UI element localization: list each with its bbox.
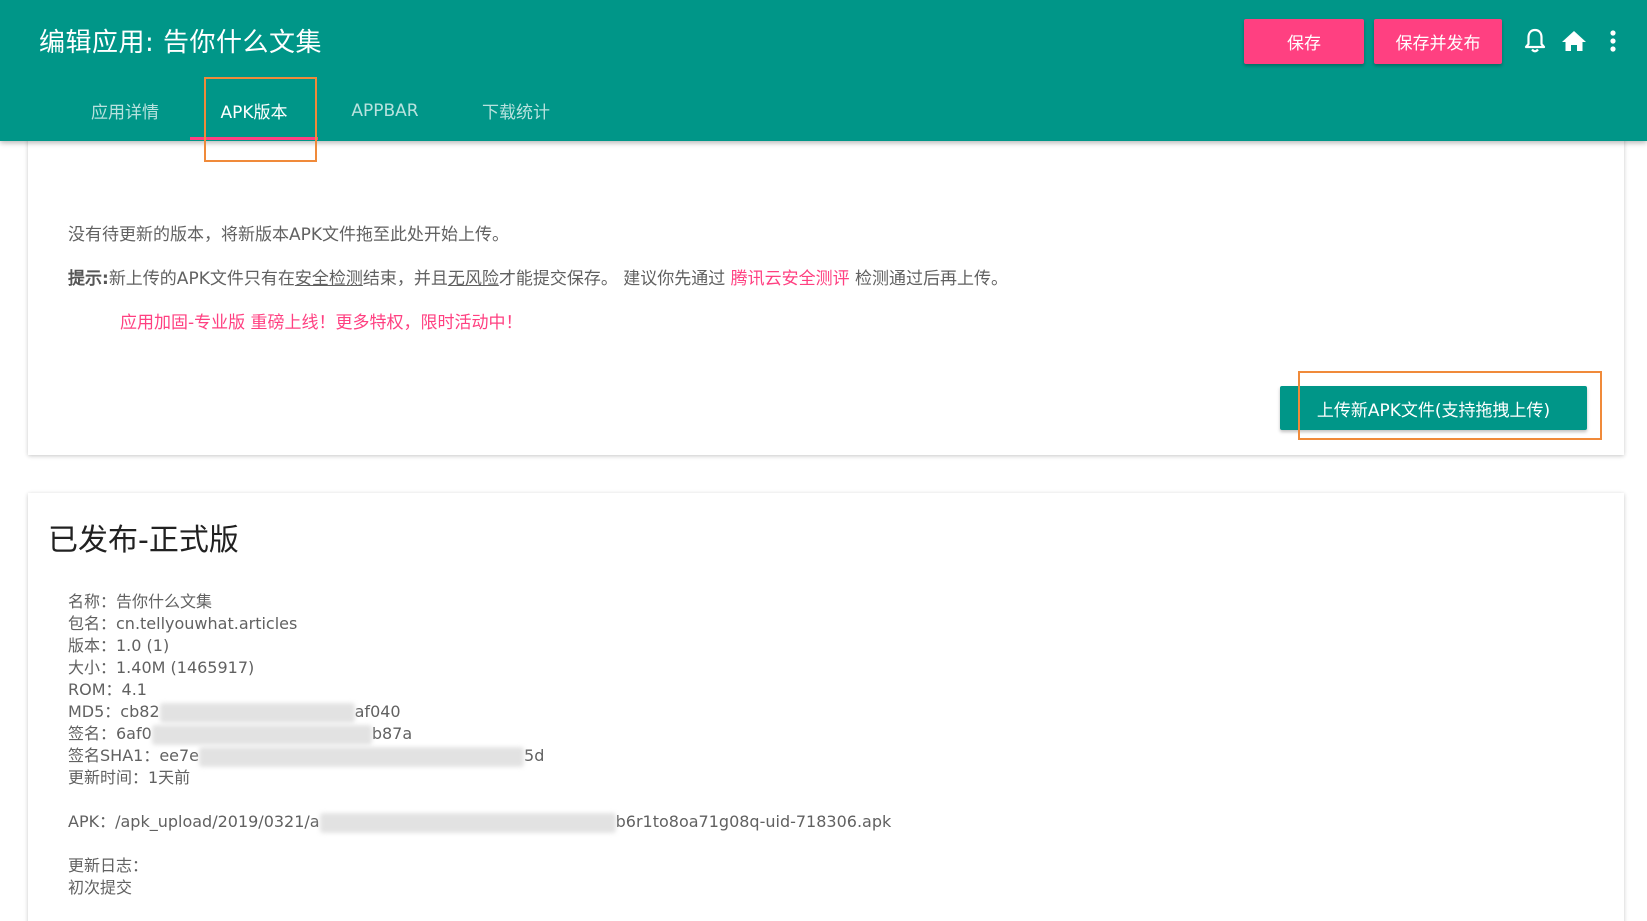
security-check-link[interactable]: 安全检测 [295, 269, 363, 289]
tip-label: 提示: [68, 269, 109, 289]
file-size: 大小：1.40M (1465917) [68, 658, 255, 677]
tip-text: 检测通过后再上传。 [849, 269, 1009, 289]
more-vert-icon[interactable] [1598, 26, 1628, 56]
promo-message: 应用加固-专业版 重磅上线！更多特权，限时活动中！ [120, 308, 523, 333]
updated-time: 更新时间：1天前 [68, 768, 191, 787]
package-name: 包名：cn.tellyouwhat.articles [68, 614, 298, 633]
upload-tip: 提示:新上传的APK文件只有在安全检测结束，并且无风险才能提交保存。 建议你先通… [68, 264, 1008, 289]
tab-apk-version[interactable]: APK版本 [190, 80, 318, 141]
app-editor-page: 编辑应用: 告你什么文集 保存 保存并发布 应用详情 APK版本 APPBAR [0, 0, 1647, 921]
app-name: 名称：告你什么文集 [68, 592, 213, 611]
tab-appbar[interactable]: APPBAR [340, 80, 430, 141]
upload-new-apk-button[interactable]: 上传新APK文件(支持拖拽上传) [1280, 386, 1587, 430]
changelog-label: 更新日志： [68, 856, 149, 875]
signature-prefix: 签名：6af0 [68, 724, 152, 743]
app-hardening-pro-link[interactable]: 应用加固-专业版 [120, 313, 245, 333]
version-info: 版本：1.0 (1) [68, 636, 170, 655]
sha1-row: 签名SHA1：ee7e 5d [68, 745, 891, 767]
md5-prefix: MD5：cb82 [68, 702, 160, 721]
no-pending-version-message: 没有待更新的版本，将新版本APK文件拖至此处开始上传。 [68, 225, 510, 245]
signature-suffix: b87a [371, 724, 413, 743]
active-tab-indicator [190, 137, 318, 140]
redacted-blur [151, 724, 372, 745]
signature-row: 签名：6af0 b87a [68, 723, 891, 745]
apk-info-list: 名称：告你什么文集 包名：cn.tellyouwhat.articles 版本：… [68, 591, 891, 899]
published-release-card: 已发布-正式版 名称：告你什么文集 包名：cn.tellyouwhat.arti… [28, 493, 1624, 921]
tab-download-stats[interactable]: 下载统计 [468, 80, 564, 141]
tip-text: 新上传的APK文件只有在 [108, 269, 295, 289]
save-button[interactable]: 保存 [1244, 19, 1364, 64]
no-risk-link[interactable]: 无风险 [448, 269, 499, 289]
apk-path-prefix: APK：/apk_upload/2019/0321/a [68, 812, 320, 831]
apk-path-row: APK：/apk_upload/2019/0321/a b6r1to8oa71g0… [68, 811, 891, 833]
tab-bar: 应用详情 APK版本 APPBAR 下载统计 [0, 80, 700, 141]
save-and-publish-button[interactable]: 保存并发布 [1374, 19, 1502, 64]
md5-row: MD5：cb82 af040 [68, 701, 891, 723]
home-icon[interactable] [1559, 26, 1589, 56]
app-header: 编辑应用: 告你什么文集 保存 保存并发布 应用详情 APK版本 APPBAR [0, 0, 1647, 141]
redacted-blur [159, 702, 355, 723]
sha1-prefix: 签名SHA1：ee7e [68, 746, 200, 765]
tencent-security-evaluation-link[interactable]: 腾讯云安全测评 [731, 269, 850, 289]
rom-version: ROM：4.1 [68, 680, 147, 699]
md5-suffix: af040 [354, 702, 401, 721]
sha1-suffix: 5d [524, 746, 545, 765]
tab-app-details[interactable]: 应用详情 [80, 80, 170, 141]
tip-text: 结束，并且 [362, 269, 448, 289]
apk-path-suffix: b6r1to8oa71g08q-uid-718306.apk [615, 812, 892, 831]
section-title: 已发布-正式版 [48, 523, 239, 558]
redacted-blur [319, 812, 616, 833]
tip-text: 才能提交保存。 建议你先通过 [498, 269, 731, 289]
redacted-blur [199, 746, 525, 767]
page-title: 编辑应用: 告你什么文集 [39, 28, 323, 58]
changelog-text: 初次提交 [68, 878, 133, 897]
promo-text: 重磅上线！更多特权，限时活动中！ [245, 313, 523, 333]
bell-icon[interactable] [1520, 26, 1550, 56]
